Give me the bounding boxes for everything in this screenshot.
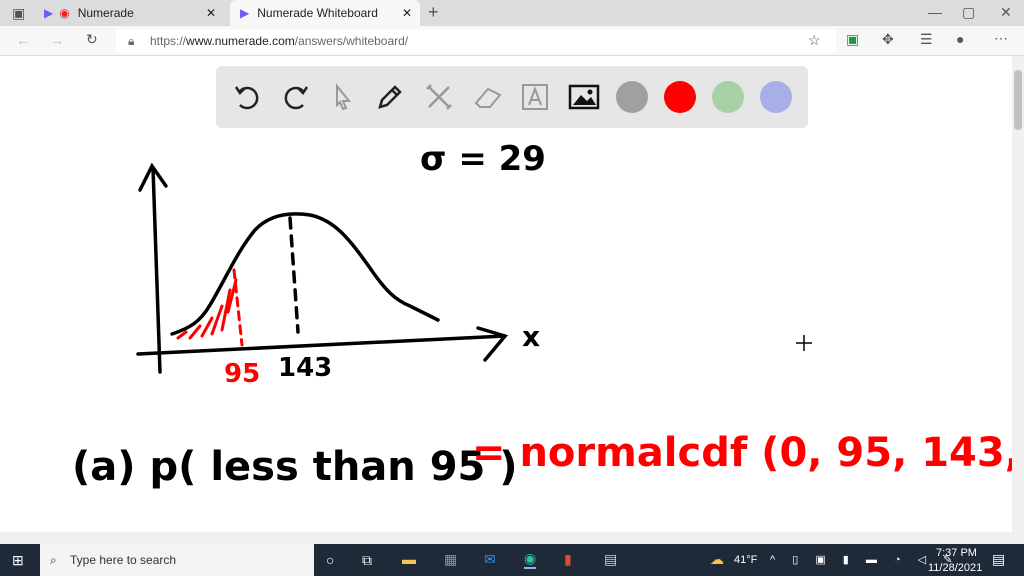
cortana-icon[interactable]: ○ [326,552,334,568]
more-icon[interactable]: ⋯ [994,30,1008,47]
x-axis-label: x [522,320,540,353]
profile-avatar-icon[interactable]: ● [956,31,964,47]
refresh-icon[interactable]: ↻ [86,31,98,48]
horizontal-scrollbar[interactable] [0,532,1012,544]
tab-numerade[interactable]: ▶ ◉ Numerade ✕ [44,0,224,26]
close-window-icon[interactable]: ✕ [1000,4,1012,21]
tab-actions-icon[interactable]: ▣ [12,5,25,22]
vertical-scrollbar[interactable] [1012,56,1024,544]
store-icon[interactable]: ▦ [444,551,457,568]
tab-bar: ▣ ▶ ◉ Numerade ✕ ▶ Numerade Whiteboard ✕… [0,0,1024,26]
mail-icon[interactable]: ✉ [484,551,496,568]
mean-dashed-line [288,216,300,334]
sigma-label: σ = 29 [420,139,546,179]
edge-icon[interactable]: ◉ [524,550,537,569]
answer-text: = normalcdf (0, 95, 143, 29) [472,430,1012,476]
file-explorer-icon[interactable]: ▬ [402,551,416,567]
back-icon[interactable]: ← [16,32,30,48]
numerade-logo-icon: ▶ [44,6,54,20]
numerade-logo-icon: ▶ [240,6,250,20]
clock-date[interactable]: 11/28/2021 [928,562,982,574]
clock-time[interactable]: 7:37 PM [936,547,977,559]
whiteboard-canvas[interactable]: σ = 29 x 95 143 (a) p( less than 95 ) = … [0,56,1012,532]
minimize-icon[interactable]: — [928,4,942,20]
favorites-add-icon[interactable]: ☆ [808,32,821,49]
new-tab-icon[interactable]: + [428,2,439,23]
recording-icon: ◉ [59,6,70,20]
address-bar-row: ← → ↻ 🔒︎ https://www.numerade.com/answer… [0,26,1024,56]
extension-icon[interactable]: ▣ [846,31,859,48]
maximize-icon[interactable]: ▢ [962,4,975,21]
windows-start-icon[interactable]: ⊞ [12,552,24,569]
forward-icon[interactable]: → [50,32,64,48]
taskbar-search[interactable]: ⌕ Type here to search [40,544,314,576]
collections-icon[interactable]: ☰ [920,31,933,48]
taskbar: ⊞ ⌕ Type here to search ○ ⧉ ▬ ▦ ✉ ◉ ▮ ▤ … [0,544,1024,576]
question-text: (a) p( less than 95 ) [72,444,518,490]
tick-143: 143 [278,353,332,383]
task-view-icon[interactable]: ⧉ [362,552,372,569]
search-icon: ⌕ [50,553,57,567]
close-tab-icon[interactable]: ✕ [206,6,216,20]
app-icon[interactable]: ▤ [604,551,617,568]
crosshair-cursor [796,335,812,351]
bell-curve [170,212,440,336]
tick-95: 95 [224,359,260,389]
weather-icon[interactable]: ☁ [710,551,724,568]
y-axis [138,162,168,374]
office-icon[interactable]: ▮ [564,551,572,568]
notifications-icon[interactable]: ▤ [992,551,1005,568]
tab-numerade-whiteboard[interactable]: ▶ Numerade Whiteboard ✕ [230,0,420,26]
url-input[interactable]: 🔒︎ https://www.numerade.com/answers/whit… [116,29,836,53]
lock-icon: 🔒︎ [128,34,135,48]
close-tab-icon[interactable]: ✕ [402,6,412,20]
weather-temp[interactable]: 41°F [734,554,757,566]
puzzle-icon[interactable]: ✥ [882,31,894,48]
